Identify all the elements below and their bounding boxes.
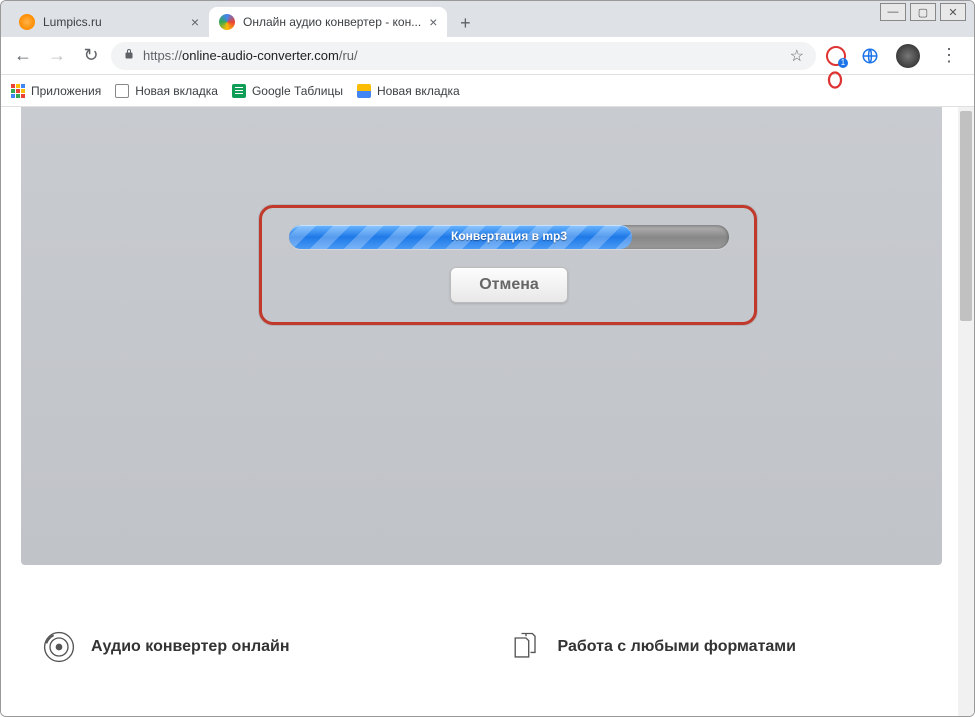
address-bar[interactable]: https://online-audio-converter.com/ru/ ☆ [111, 42, 816, 70]
bookmark-label: Приложения [31, 84, 101, 98]
close-tab-icon[interactable]: × [191, 14, 199, 30]
page-icon [357, 84, 371, 98]
converter-panel: Конвертация в mp3 Отмена [21, 107, 942, 565]
bookmark-star-icon[interactable]: ☆ [790, 46, 804, 66]
apps-button[interactable]: Приложения [11, 84, 101, 98]
new-tab-button[interactable]: + [451, 9, 479, 37]
extension-opera-icon[interactable]: 1 [826, 46, 846, 66]
feature-title: Аудио конвертер онлайн [91, 638, 290, 656]
page-icon [115, 84, 129, 98]
back-button[interactable]: ← [9, 42, 37, 70]
window-controls: — ▢ ✕ [880, 3, 966, 21]
progress-container: Конвертация в mp3 Отмена [289, 225, 729, 303]
tab-title: Онлайн аудио конвертер - кон... [243, 15, 421, 29]
url-text: https://online-audio-converter.com/ru/ [143, 48, 782, 63]
features-row: Аудио конвертер онлайн Работа с любыми ф… [1, 565, 974, 665]
browser-tab-lumpics[interactable]: Lumpics.ru × [9, 7, 209, 37]
scroll-thumb[interactable] [960, 111, 972, 321]
scrollbar[interactable] [958, 107, 974, 716]
feature-formats: Работа с любыми форматами [508, 629, 935, 665]
maximize-button[interactable]: ▢ [910, 3, 936, 21]
bookmark-label: Google Таблицы [252, 84, 343, 98]
url-scheme: https:// [143, 48, 182, 63]
nav-bar: ← → ↻ https://online-audio-converter.com… [1, 37, 974, 75]
progress-label: Конвертация в mp3 [289, 229, 729, 243]
secure-lock-icon [123, 48, 135, 63]
bookmark-label: Новая вкладка [135, 84, 218, 98]
reload-button[interactable]: ↻ [77, 42, 105, 70]
browser-menu-button[interactable]: ⋮ [932, 45, 966, 66]
browser-window: — ▢ ✕ Lumpics.ru × Онлайн аудио конверте… [0, 0, 975, 717]
favicon-icon [19, 14, 35, 30]
minimize-button[interactable]: — [880, 3, 906, 21]
feature-title: Работа с любыми форматами [558, 638, 796, 656]
files-icon [508, 629, 544, 665]
progress-bar: Конвертация в mp3 [289, 225, 729, 249]
bookmark-item[interactable]: Новая вкладка [357, 84, 460, 98]
disc-icon [41, 629, 77, 665]
close-tab-icon[interactable]: × [429, 14, 437, 30]
apps-grid-icon [11, 84, 25, 98]
tab-title: Lumpics.ru [43, 15, 183, 29]
forward-button[interactable]: → [43, 42, 71, 70]
extension-badge: 1 [838, 58, 848, 68]
browser-tab-converter[interactable]: Онлайн аудио конвертер - кон... × [209, 7, 447, 37]
page-content: Конвертация в mp3 Отмена Аудио конвертер… [1, 107, 974, 716]
tab-bar: Lumpics.ru × Онлайн аудио конвертер - ко… [1, 1, 974, 37]
sheets-icon [232, 84, 246, 98]
extension-globe-icon[interactable] [860, 46, 880, 66]
favicon-icon [219, 14, 235, 30]
url-path: /ru/ [339, 48, 358, 63]
close-window-button[interactable]: ✕ [940, 3, 966, 21]
feature-converter: Аудио конвертер онлайн [41, 629, 468, 665]
profile-avatar[interactable] [896, 44, 920, 68]
bookmark-label: Новая вкладка [377, 84, 460, 98]
bookmark-item[interactable]: Google Таблицы [232, 84, 343, 98]
cancel-button[interactable]: Отмена [450, 267, 568, 303]
url-host: online-audio-converter.com [182, 48, 339, 63]
bookmark-item[interactable]: Новая вкладка [115, 84, 218, 98]
